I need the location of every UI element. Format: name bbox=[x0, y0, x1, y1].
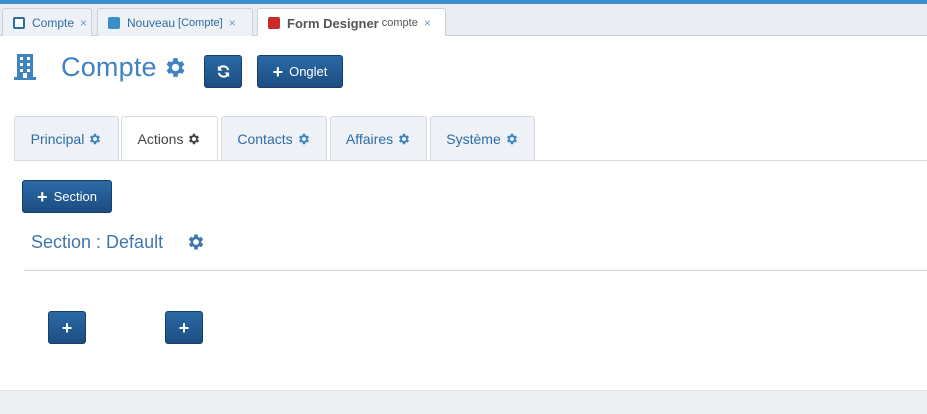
tab-actions[interactable]: Actions bbox=[121, 116, 218, 161]
building-icon bbox=[14, 54, 36, 80]
close-icon[interactable]: × bbox=[229, 16, 236, 30]
plus-icon: + bbox=[37, 186, 48, 207]
doc-tab-label: Form Designer bbox=[287, 15, 379, 31]
gear-icon[interactable] bbox=[88, 132, 102, 146]
section-title: Section : Default bbox=[31, 232, 164, 252]
close-icon[interactable]: × bbox=[424, 16, 431, 30]
doc-tab-label: Nouveau bbox=[127, 15, 176, 30]
footer-bar bbox=[0, 390, 927, 414]
tab-contacts[interactable]: Contacts bbox=[221, 116, 327, 161]
tab-label: Actions bbox=[137, 131, 184, 147]
gear-icon[interactable] bbox=[505, 132, 519, 146]
tabs-divider bbox=[14, 160, 927, 161]
doc-tab-sublabel: compte bbox=[381, 17, 418, 29]
doc-tab-label: Compte bbox=[32, 15, 75, 30]
plus-icon: + bbox=[272, 61, 284, 82]
gear-icon[interactable] bbox=[163, 55, 188, 80]
designer-panel: Compte + Onglet Principal Actions Contac… bbox=[0, 36, 927, 390]
tab-systeme[interactable]: Système bbox=[430, 116, 535, 161]
tab-label: Affaires bbox=[345, 131, 394, 147]
doc-tab-form-designer[interactable]: Form Designer compte × bbox=[257, 8, 446, 37]
refresh-button[interactable] bbox=[204, 55, 242, 88]
blue-square-icon bbox=[108, 16, 120, 29]
page-title: Compte bbox=[61, 52, 157, 82]
plus-icon: + bbox=[61, 317, 73, 338]
gear-icon[interactable] bbox=[397, 132, 411, 146]
doc-tab-compte[interactable]: Compte × bbox=[2, 8, 92, 36]
refresh-icon bbox=[217, 65, 229, 78]
section-divider bbox=[24, 270, 927, 271]
add-tab-label: Onglet bbox=[289, 64, 328, 79]
doc-tab-sublabel: [Compte] bbox=[178, 16, 223, 29]
tab-label: Système bbox=[446, 131, 501, 147]
add-field-button-col2[interactable]: + bbox=[165, 311, 203, 344]
add-tab-button[interactable]: + Onglet bbox=[257, 55, 343, 88]
tab-label: Contacts bbox=[237, 131, 293, 147]
gear-icon[interactable] bbox=[187, 132, 201, 146]
add-field-button-col1[interactable]: + bbox=[48, 311, 86, 344]
add-section-button[interactable]: + Section bbox=[22, 180, 112, 213]
outline-square-icon bbox=[13, 16, 25, 29]
close-icon[interactable]: × bbox=[80, 16, 87, 30]
gear-icon[interactable] bbox=[186, 232, 206, 252]
tab-principal[interactable]: Principal bbox=[14, 116, 119, 161]
document-tab-bar: Compte × Nouveau [Compte] × Form Designe… bbox=[0, 4, 927, 37]
red-square-icon bbox=[268, 17, 280, 29]
add-section-label: Section bbox=[53, 189, 97, 204]
tab-affaires[interactable]: Affaires bbox=[330, 116, 427, 161]
doc-tab-nouveau[interactable]: Nouveau [Compte] × bbox=[97, 8, 253, 36]
gear-icon[interactable] bbox=[297, 132, 311, 146]
plus-icon: + bbox=[178, 317, 190, 338]
tab-label: Principal bbox=[30, 131, 85, 147]
